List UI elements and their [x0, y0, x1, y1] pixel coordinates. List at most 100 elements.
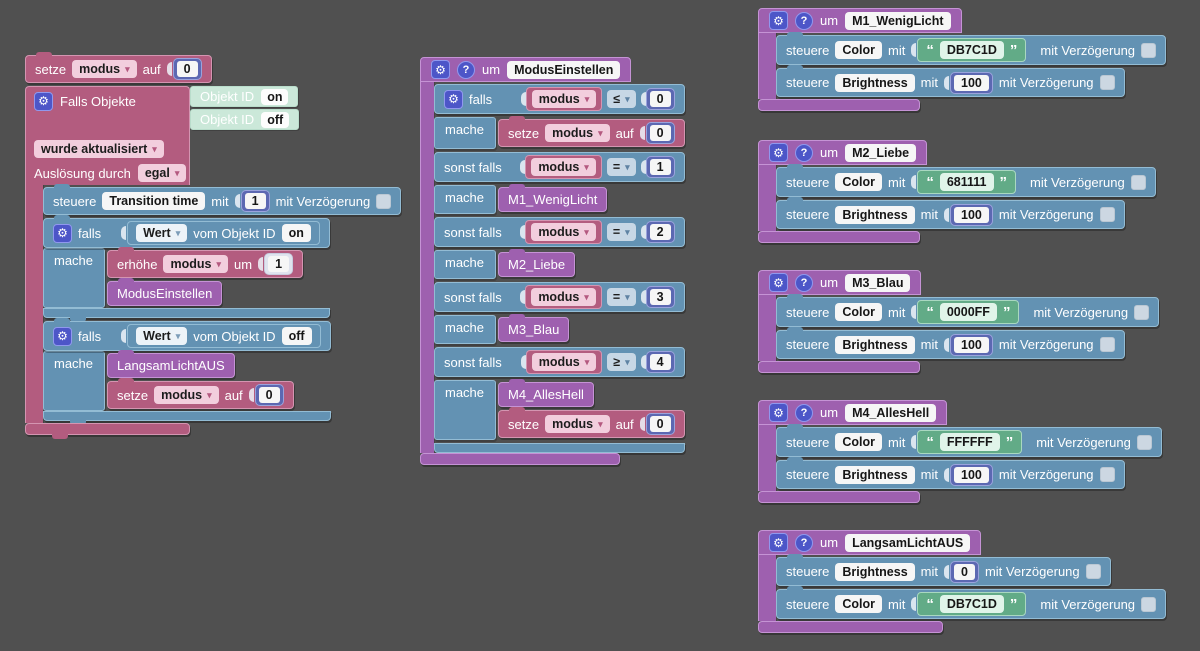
call-block[interactable]: M1_WenigLicht	[498, 184, 608, 212]
oid-field[interactable]: Color	[835, 595, 883, 613]
number-block[interactable]: 0	[950, 560, 979, 583]
operator-dropdown[interactable]: = ▾	[606, 288, 636, 306]
delay-checkbox[interactable]	[1134, 304, 1150, 320]
number-field[interactable]: 0	[954, 563, 975, 580]
help-icon[interactable]: ?	[795, 11, 813, 30]
number-field[interactable]: 0	[649, 416, 671, 432]
wert-dropdown[interactable]: Wert ▾	[136, 327, 188, 345]
objekt-value-field[interactable]: off	[281, 327, 312, 345]
objekt-id-block-on[interactable]: Objekt ID on	[190, 86, 299, 107]
string-block[interactable]: “ FFFFFF ”	[917, 430, 1023, 454]
modus-variable-block[interactable]: modus ▾	[525, 155, 602, 179]
number-block[interactable]: 0	[172, 58, 202, 80]
call-block[interactable]: M4_AllesHell	[498, 379, 594, 407]
modus-variable-block[interactable]: modus ▾	[525, 285, 602, 309]
gear-icon[interactable]: ⚙	[53, 326, 72, 346]
number-field[interactable]: 3	[649, 289, 671, 305]
color-value-field[interactable]: FFFFFF	[939, 433, 1000, 451]
steuere-brightness-block[interactable]: steuere Brightness mit 100 mit Verzögeru…	[776, 65, 1125, 97]
sonst-falls-row[interactable]: sonst falls modus ▾ = ▾ 2	[434, 217, 685, 247]
trigger-mode-dropdown[interactable]: wurde aktualisiert ▾	[34, 140, 164, 158]
help-icon[interactable]: ?	[795, 143, 813, 162]
number-block[interactable]: 1	[264, 253, 294, 275]
oid-field[interactable]: Color	[835, 303, 883, 321]
call-modusEinstellen-block[interactable]: ModusEinstellen	[107, 278, 223, 306]
function-block-m2[interactable]: ⚙ ? um M2_Liebe steuere Color mit “ 6811…	[758, 140, 1156, 243]
objekt-id-field[interactable]: off	[261, 111, 290, 128]
gear-icon[interactable]: ⚙	[769, 143, 788, 162]
oid-field[interactable]: Transition time	[102, 192, 206, 210]
set-modus-block[interactable]: setze modus ▾ auf 0	[107, 378, 294, 409]
color-value-field[interactable]: 681111	[939, 173, 994, 191]
help-icon[interactable]: ?	[795, 533, 813, 552]
function-name-field[interactable]: LangsamLichtAUS	[845, 533, 971, 552]
steuere-brightness-block[interactable]: steuere Brightness mit 100 mit Verzögeru…	[776, 457, 1125, 489]
number-field[interactable]: 100	[954, 74, 989, 91]
number-field[interactable]: 0	[649, 91, 671, 107]
function-name-field[interactable]: M4_AllesHell	[845, 403, 937, 422]
oid-field[interactable]: Brightness	[835, 73, 915, 92]
help-icon[interactable]: ?	[795, 273, 813, 292]
objekt-value-field[interactable]: on	[281, 224, 311, 242]
operator-dropdown[interactable]: = ▾	[606, 158, 636, 176]
if-block-on[interactable]: ⚙ falls Wert ▾ vom Objekt ID on mache er…	[43, 215, 330, 322]
string-block[interactable]: “ DB7C1D ”	[917, 38, 1027, 62]
modus-dropdown[interactable]: modus ▾	[531, 353, 597, 371]
objekt-id-field[interactable]: on	[261, 88, 289, 105]
help-icon[interactable]: ?	[457, 60, 475, 79]
function-header[interactable]: ⚙ ? um LangsamLichtAUS	[758, 530, 982, 555]
function-block-m1[interactable]: ⚙ ? um M1_WenigLicht steuere Color mit “…	[758, 8, 1167, 111]
oid-field[interactable]: Color	[835, 41, 883, 59]
oid-field[interactable]: Color	[835, 433, 883, 451]
delay-checkbox[interactable]	[1141, 596, 1157, 612]
number-field[interactable]: 100	[954, 466, 989, 483]
wert-value-block[interactable]: Wert ▾ vom Objekt ID off	[127, 324, 321, 348]
function-name-field[interactable]: M3_Blau	[845, 273, 911, 292]
number-field[interactable]: 1	[244, 193, 266, 209]
string-block[interactable]: “ 0000FF ”	[917, 300, 1020, 324]
trigger-group[interactable]: setze modus ▾ auf 0 ⚙ Falls Objekte wurde…	[25, 52, 402, 439]
function-block-moduseinstellen[interactable]: ⚙ ? um ModusEinstellen ⚙ falls modus ▾ ≤ ▾…	[420, 57, 685, 465]
number-field[interactable]: 1	[649, 159, 671, 175]
call-block[interactable]: M2_Liebe	[498, 249, 576, 277]
number-field[interactable]: 100	[954, 206, 989, 223]
function-block-m4[interactable]: ⚙ ? um M4_AllesHell steuere Color mit “ …	[758, 400, 1162, 503]
if-else-block[interactable]: ⚙ falls modus ▾ ≤ ▾ 0 mache setze modus ▾	[434, 82, 685, 453]
function-header[interactable]: ⚙ ? um M2_Liebe	[758, 140, 928, 165]
falls-row[interactable]: ⚙ falls Wert ▾ vom Objekt ID off	[43, 318, 331, 351]
modus-dropdown[interactable]: modus ▾	[531, 223, 596, 241]
modus-dropdown[interactable]: modus ▾	[545, 124, 610, 142]
operator-dropdown[interactable]: ≤ ▾	[607, 90, 636, 108]
help-icon[interactable]: ?	[795, 403, 813, 422]
if-block-off[interactable]: ⚙ falls Wert ▾ vom Objekt ID off mache L…	[43, 318, 331, 425]
modus-dropdown[interactable]: modus ▾	[531, 158, 596, 176]
function-header[interactable]: ⚙ ? um M1_WenigLicht	[758, 8, 962, 33]
number-block[interactable]: 1	[645, 156, 675, 178]
falls-objekte-block[interactable]: ⚙ Falls Objekte wurde aktualisiert ▾ Ausl…	[25, 86, 402, 439]
number-block[interactable]: 2	[645, 221, 675, 243]
number-block[interactable]: 0	[645, 122, 675, 144]
modus-variable-block[interactable]: modus ▾	[525, 220, 602, 244]
set-modus-block[interactable]: setze modus ▾ auf 0	[498, 116, 685, 147]
delay-checkbox[interactable]	[1085, 564, 1101, 579]
set-modus-block[interactable]: setze modus ▾ auf 0	[498, 407, 685, 438]
modus-dropdown[interactable]: modus ▾	[154, 386, 219, 404]
function-block-m3[interactable]: ⚙ ? um M3_Blau steuere Color mit “ 0000F…	[758, 270, 1160, 373]
color-value-field[interactable]: DB7C1D	[939, 595, 1004, 613]
egal-dropdown[interactable]: egal ▾	[137, 164, 187, 182]
steuere-transition-block[interactable]: steuere Transition time mit 1 mit Verzög…	[43, 184, 402, 215]
color-value-field[interactable]: 0000FF	[939, 303, 997, 321]
sonst-falls-row[interactable]: sonst falls modus ▾ = ▾ 3	[434, 282, 685, 312]
number-block[interactable]: 100	[950, 333, 993, 356]
delay-checkbox[interactable]	[1099, 467, 1115, 482]
delay-checkbox[interactable]	[1141, 42, 1157, 58]
number-block[interactable]: 0	[645, 88, 675, 110]
steuere-color-block[interactable]: steuere Color mit “ FFFFFF ” mit Verzöge…	[776, 424, 1162, 457]
gear-icon[interactable]: ⚙	[769, 273, 788, 292]
color-value-field[interactable]: DB7C1D	[939, 41, 1004, 59]
set-modus-block[interactable]: setze modus ▾ auf 0	[25, 52, 212, 83]
blockly-canvas[interactable]: { "colors":{"canvas":"#505050","trigger_…	[0, 0, 1200, 651]
number-field[interactable]: 0	[258, 387, 280, 403]
number-field[interactable]: 4	[649, 354, 671, 370]
function-name-field[interactable]: M1_WenigLicht	[845, 11, 951, 30]
